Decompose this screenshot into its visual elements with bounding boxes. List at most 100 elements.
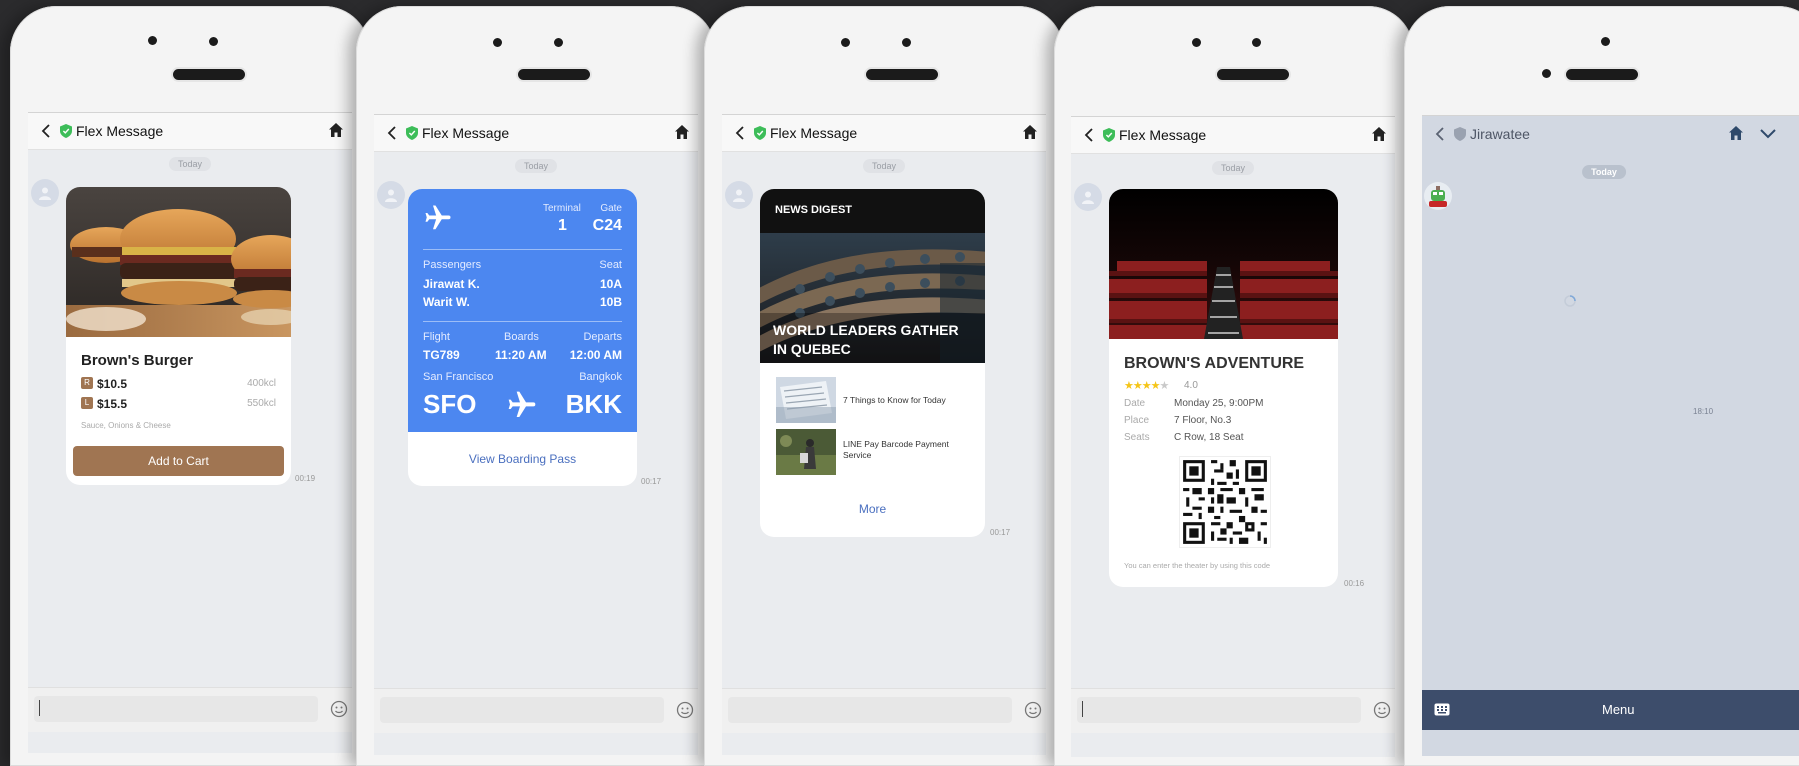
chat-header: Jirawatee: [1422, 116, 1799, 152]
origin-code: SFO: [423, 389, 477, 419]
phone-news: Flex Message Today NEWS DIGEST WORLD LEA…: [704, 6, 1064, 766]
home-icon[interactable]: [674, 124, 690, 140]
message-input[interactable]: [380, 697, 664, 723]
text-caret: [39, 700, 40, 716]
news-header-bar: NEWS DIGEST: [760, 189, 985, 233]
date-separator: Today: [514, 159, 558, 173]
divider: [423, 321, 622, 322]
burger-photo: [66, 187, 291, 337]
movie-title: BROWN'S ADVENTURE: [1124, 355, 1305, 372]
emoji-icon[interactable]: [1373, 701, 1391, 719]
front-camera: [841, 38, 850, 47]
back-arrow-icon[interactable]: [386, 126, 400, 140]
user-icon: [385, 189, 397, 202]
message-input-bar: [722, 688, 1046, 733]
passengers-label: Passengers: [423, 259, 482, 271]
headline-line: WORLD LEADERS GATHER: [773, 322, 959, 338]
message-time: 00:17: [641, 477, 662, 486]
burger-card: Brown's Burger R $10.5 400kcl L $15.5 55…: [66, 187, 291, 485]
avatar[interactable]: [31, 179, 59, 207]
headline-line: IN QUEBEC: [773, 341, 851, 357]
seat-label: Seat: [599, 259, 622, 271]
article-thumbnail: [776, 429, 836, 475]
front-camera-dot: [1601, 37, 1610, 46]
user-icon: [1082, 191, 1094, 204]
back-arrow-icon[interactable]: [734, 126, 748, 140]
emoji-icon[interactable]: [676, 701, 694, 719]
rating-stars: ★★★★★: [1124, 379, 1170, 392]
screen: Flex Message Today NEWS DIGEST WORLD LEA…: [722, 114, 1046, 755]
earpiece-speaker: [518, 69, 590, 80]
avatar[interactable]: [1074, 183, 1102, 211]
home-icon[interactable]: [328, 122, 344, 138]
qr-footer-note: You can enter the theater by using this …: [1124, 561, 1271, 570]
article-title-line: Service: [843, 450, 872, 460]
destination-city: Bangkok: [579, 371, 622, 383]
headline: WORLD LEADERS GATHER IN QUEBEC: [773, 321, 959, 359]
front-camera: [493, 38, 502, 47]
chevron-down-icon[interactable]: [1760, 128, 1776, 140]
more-button[interactable]: More: [760, 489, 985, 529]
screen: Flex Message Today: [1071, 116, 1395, 757]
back-arrow-icon[interactable]: [1434, 127, 1448, 141]
header-title: Flex Message: [1119, 127, 1207, 143]
shield-icon: [60, 124, 72, 138]
add-to-cart-button[interactable]: Add to Cart: [73, 446, 284, 476]
detail-value: 7 Floor, No.3: [1174, 415, 1232, 426]
front-camera-dot: [554, 38, 563, 47]
star-icon: ★: [1150, 380, 1161, 392]
emoji-icon[interactable]: [330, 700, 348, 718]
airplane-icon: [508, 391, 536, 417]
avatar[interactable]: [377, 181, 405, 209]
date-separator: Today: [862, 159, 906, 173]
kcal: 400kcl: [247, 378, 276, 389]
detail-label: Seats: [1124, 432, 1150, 443]
loading-spinner-icon: [1564, 295, 1576, 307]
divider: [423, 249, 622, 250]
rating-value: 4.0: [1184, 380, 1198, 391]
boards-label: Boards: [504, 331, 539, 343]
detail-value: C Row, 18 Seat: [1174, 432, 1244, 443]
star-icon: ★: [1132, 380, 1143, 392]
keyboard-icon[interactable]: [1434, 703, 1450, 716]
back-arrow-icon[interactable]: [1083, 128, 1097, 142]
flight-number: TG789: [423, 348, 460, 362]
rich-menu-bar[interactable]: Menu: [1422, 690, 1799, 730]
news-digest-label: NEWS DIGEST: [775, 204, 853, 216]
qr-code[interactable]: [1179, 456, 1271, 548]
message-input[interactable]: [1077, 697, 1361, 723]
date-separator: Today: [1582, 165, 1626, 179]
destination-code: BKK: [565, 389, 622, 419]
departure-time: 12:00 AM: [569, 348, 622, 362]
shield-icon: [1103, 128, 1115, 142]
avatar[interactable]: [725, 181, 753, 209]
star-icon: ★: [1159, 380, 1170, 392]
bot-avatar-icon[interactable]: [1424, 182, 1452, 210]
ingredients: Sauce, Onions & Cheese: [81, 421, 171, 430]
message-input[interactable]: [728, 697, 1012, 723]
message-input[interactable]: [34, 696, 318, 722]
header-title: Flex Message: [76, 123, 164, 139]
earpiece-speaker: [1217, 69, 1289, 80]
article-item[interactable]: LINE Pay Barcode Payment Service: [776, 429, 976, 475]
front-camera-dot: [1252, 38, 1261, 47]
detail-value: Monday 25, 9:00PM: [1174, 398, 1264, 409]
back-arrow-icon[interactable]: [40, 124, 54, 138]
article-item[interactable]: 7 Things to Know for Today: [776, 377, 976, 423]
date-separator: Today: [1211, 161, 1255, 175]
size-badge: R: [81, 377, 93, 389]
star-icon: ★: [1141, 380, 1152, 392]
flight-label: Flight: [423, 331, 450, 343]
star-icon: ★: [1124, 380, 1134, 392]
size-badge: L: [81, 397, 93, 409]
home-icon[interactable]: [1022, 124, 1038, 140]
detail-row: Seats C Row, 18 Seat: [1124, 432, 1324, 446]
home-icon[interactable]: [1728, 125, 1744, 141]
emoji-icon[interactable]: [1024, 701, 1042, 719]
product-name: Brown's Burger: [81, 352, 193, 369]
earpiece-speaker: [866, 69, 938, 80]
home-icon[interactable]: [1371, 126, 1387, 142]
earpiece-speaker: [1566, 69, 1638, 80]
view-boarding-pass-button[interactable]: View Boarding Pass: [408, 432, 637, 486]
detail-row: Place 7 Floor, No.3: [1124, 415, 1324, 429]
